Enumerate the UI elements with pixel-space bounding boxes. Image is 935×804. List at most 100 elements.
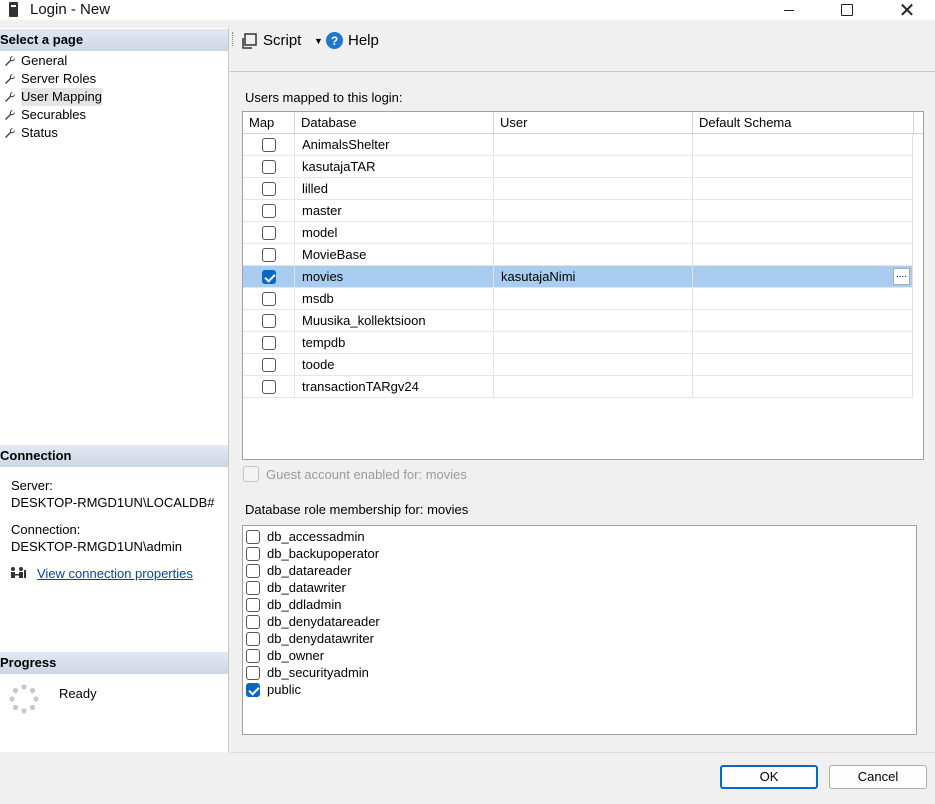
close-icon: ✕ [898, 0, 916, 22]
grid-row[interactable]: model [243, 222, 913, 244]
page-item-label: Status [21, 125, 58, 140]
page-item-status[interactable]: Status [4, 124, 58, 142]
role-item[interactable]: db_owner [246, 647, 324, 664]
page-item-label: Securables [21, 107, 87, 122]
guest-account-label: Guest account enabled for: movies [266, 466, 467, 482]
cancel-button[interactable]: Cancel [829, 765, 927, 789]
close-button[interactable]: ✕ [884, 0, 930, 20]
grid-row[interactable]: movies kasutajaNimi.... [243, 266, 913, 288]
role-checkbox[interactable] [246, 597, 260, 612]
guest-account-check [243, 466, 259, 482]
role-label: db_owner [267, 648, 325, 663]
script-icon [242, 32, 257, 49]
database-cell: msdb [295, 288, 494, 310]
help-button[interactable]: ? Help [326, 32, 379, 49]
role-item[interactable]: db_securityadmin [246, 664, 369, 681]
page-item-securables[interactable]: Securables [4, 106, 86, 124]
map-checkbox[interactable] [262, 270, 276, 284]
connection-label: Connection: [11, 522, 81, 537]
toolbar-grip [232, 32, 235, 46]
script-button[interactable]: Script [242, 32, 301, 49]
role-checkbox[interactable] [246, 580, 260, 595]
role-item[interactable]: db_accessadmin [246, 528, 365, 545]
ok-button[interactable]: OK [720, 765, 818, 789]
user-cell[interactable]: kasutajaNimi [494, 266, 693, 288]
column-header-map[interactable]: Map [243, 112, 295, 133]
browse-schema-button[interactable]: .... [893, 268, 910, 285]
user-cell [494, 156, 693, 178]
role-item[interactable]: db_denydatareader [246, 613, 380, 630]
grid-row[interactable]: kasutajaTAR [243, 156, 913, 178]
role-membership-list: db_accessadmin db_backupoperator db_datare… [242, 525, 917, 735]
grid-row[interactable]: MovieBase [243, 244, 913, 266]
map-cell [243, 156, 295, 178]
map-checkbox[interactable] [262, 336, 276, 350]
map-cell [243, 244, 295, 266]
map-checkbox[interactable] [262, 204, 276, 218]
page-item-general[interactable]: General [4, 52, 67, 70]
user-cell [494, 332, 693, 354]
map-cell [243, 354, 295, 376]
map-cell [243, 376, 295, 398]
grid-row[interactable]: toode [243, 354, 913, 376]
map-checkbox[interactable] [262, 314, 276, 328]
map-checkbox[interactable] [262, 380, 276, 394]
page-item-server-roles[interactable]: Server Roles [4, 70, 96, 88]
database-cell: transactionTARgv24 [295, 376, 494, 398]
app-icon [9, 2, 18, 17]
database-cell: toode [295, 354, 494, 376]
help-icon: ? [326, 32, 343, 49]
map-checkbox[interactable] [262, 138, 276, 152]
map-checkbox[interactable] [262, 182, 276, 196]
script-dropdown-icon[interactable]: ▼ [314, 36, 323, 46]
role-item[interactable]: db_datareader [246, 562, 352, 579]
user-cell [494, 376, 693, 398]
grid-row[interactable]: Muusika_kollektsioon [243, 310, 913, 332]
minimize-button[interactable] [766, 0, 812, 20]
role-item[interactable]: db_denydatawriter [246, 630, 374, 647]
grid-row[interactable]: tempdb [243, 332, 913, 354]
grid-row[interactable]: AnimalsShelter [243, 134, 913, 156]
wrench-icon [5, 55, 16, 66]
default-schema-cell[interactable]: .... [693, 266, 913, 288]
map-checkbox[interactable] [262, 358, 276, 372]
map-checkbox[interactable] [262, 226, 276, 240]
role-checkbox[interactable] [246, 682, 260, 697]
grid-header: Map Database User Default Schema [243, 112, 923, 134]
progress-spinner-icon [9, 684, 39, 714]
role-checkbox[interactable] [246, 529, 260, 544]
role-label: db_denydatareader [267, 614, 380, 629]
server-value: DESKTOP-RMGD1UN\LOCALDB# [11, 495, 215, 510]
role-item[interactable]: db_ddladmin [246, 596, 341, 613]
role-item[interactable]: db_datawriter [246, 579, 346, 596]
role-checkbox[interactable] [246, 614, 260, 629]
column-header-database[interactable]: Database [295, 112, 494, 133]
role-checkbox[interactable] [246, 665, 260, 680]
role-label: db_datawriter [267, 580, 346, 595]
column-header-default-schema[interactable]: Default Schema [693, 112, 914, 133]
map-checkbox[interactable] [262, 292, 276, 306]
role-item[interactable]: db_backupoperator [246, 545, 379, 562]
role-item[interactable]: public [246, 681, 301, 698]
role-label: db_accessadmin [267, 529, 365, 544]
grid-row[interactable]: lilled [243, 178, 913, 200]
user-cell [494, 200, 693, 222]
grid-row[interactable]: msdb [243, 288, 913, 310]
view-connection-properties-link[interactable]: View connection properties [37, 566, 193, 581]
minimize-icon [784, 9, 794, 11]
maximize-button[interactable] [824, 0, 870, 20]
map-cell [243, 200, 295, 222]
select-page-header: Select a page [0, 29, 228, 51]
user-cell [494, 244, 693, 266]
map-checkbox[interactable] [262, 160, 276, 174]
role-checkbox[interactable] [246, 648, 260, 663]
map-cell [243, 134, 295, 156]
role-checkbox[interactable] [246, 563, 260, 578]
grid-row[interactable]: transactionTARgv24 [243, 376, 913, 398]
role-checkbox[interactable] [246, 546, 260, 561]
grid-row[interactable]: master [243, 200, 913, 222]
column-header-user[interactable]: User [494, 112, 693, 133]
map-checkbox[interactable] [262, 248, 276, 262]
role-checkbox[interactable] [246, 631, 260, 646]
page-item-user-mapping[interactable]: User Mapping [4, 88, 102, 106]
